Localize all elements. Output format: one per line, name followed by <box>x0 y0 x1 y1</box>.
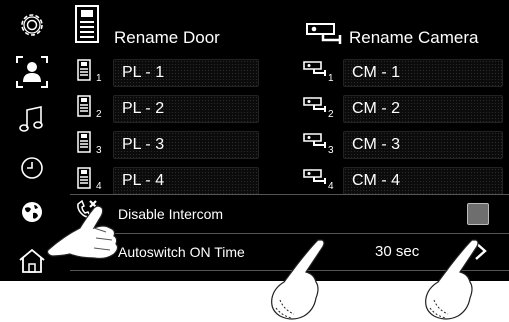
door-name-field[interactable]: PL - 3 <box>113 131 259 159</box>
pointing-hand-icon <box>46 205 119 260</box>
door-panel-icon <box>77 167 91 189</box>
camera-icon <box>303 169 326 184</box>
camera-name-text: CM - 4 <box>352 172 400 189</box>
door-number: 1 <box>96 73 102 84</box>
camera-name-field[interactable]: CM - 2 <box>343 95 503 123</box>
disable-intercom-label: Disable Intercom <box>118 206 224 222</box>
door-name-text: PL - 1 <box>122 64 165 81</box>
settings-button[interactable] <box>12 8 52 42</box>
camera-name-text: CM - 1 <box>352 64 400 81</box>
swipe-hand-right-icon <box>425 239 479 320</box>
autoswitch-value: 30 sec <box>375 243 420 260</box>
camera-icon <box>303 97 326 112</box>
user-button[interactable] <box>12 55 52 89</box>
camera-name-text: CM - 3 <box>352 136 400 153</box>
clock-button[interactable] <box>12 151 52 185</box>
disable-intercom-checkbox[interactable] <box>467 203 489 225</box>
rename-door-header: Rename Door <box>114 28 220 47</box>
door-panel-icon <box>77 59 91 81</box>
door-number: 2 <box>96 109 102 120</box>
music-button[interactable] <box>12 102 52 136</box>
camera-number: 1 <box>328 73 334 84</box>
door-name-text: PL - 4 <box>122 172 165 189</box>
door-name-text: PL - 2 <box>122 100 165 117</box>
door-name-field[interactable]: PL - 1 <box>113 59 259 87</box>
door-name-field[interactable]: PL - 4 <box>113 167 259 195</box>
camera-name-field[interactable]: CM - 1 <box>343 59 503 87</box>
home-icon <box>19 248 45 273</box>
swipe-hand-left-icon <box>271 239 325 320</box>
camera-name-field[interactable]: CM - 4 <box>343 167 503 195</box>
door-panel-icon <box>77 95 91 117</box>
rename-camera-header: Rename Camera <box>349 28 479 47</box>
globe-icon <box>22 202 42 222</box>
door-name-field[interactable]: PL - 2 <box>113 95 259 123</box>
door-name-text: PL - 3 <box>122 136 165 153</box>
camera-number: 4 <box>328 181 334 192</box>
autoswitch-label: Autoswitch ON Time <box>118 244 245 260</box>
camera-number: 2 <box>328 109 334 120</box>
divider <box>70 194 509 195</box>
door-panel-icon <box>77 131 91 153</box>
gear-icon <box>21 14 43 36</box>
user-icon <box>16 56 48 88</box>
music-note-icon <box>19 106 43 132</box>
camera-icon <box>306 23 342 44</box>
clock-icon <box>21 157 43 179</box>
camera-icon <box>303 133 326 148</box>
door-number: 3 <box>96 145 102 156</box>
divider <box>70 233 509 234</box>
door-number: 4 <box>96 181 102 192</box>
camera-icon <box>303 61 326 76</box>
camera-number: 3 <box>328 145 334 156</box>
camera-name-field[interactable]: CM - 3 <box>343 131 503 159</box>
door-panel-icon <box>75 5 99 43</box>
camera-name-text: CM - 2 <box>352 100 400 117</box>
